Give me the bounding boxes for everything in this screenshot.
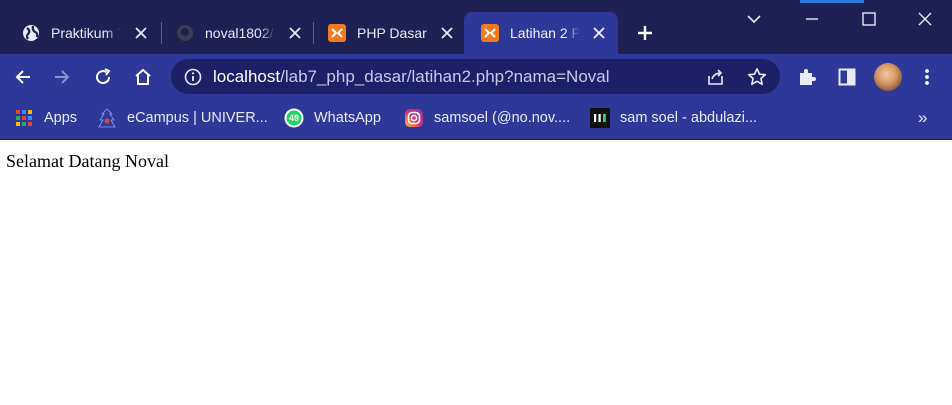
menu-kebab-icon[interactable] — [917, 65, 937, 89]
bookmark-whatsapp[interactable]: 49 WhatsApp — [284, 107, 381, 129]
apps-grid-icon — [14, 108, 34, 128]
back-button[interactable] — [9, 63, 37, 91]
tab-php-dasar[interactable]: PHP Dasar — [306, 12, 466, 54]
bookmark-label: WhatsApp — [314, 110, 381, 126]
minimize-button[interactable] — [783, 0, 840, 38]
plus-icon — [638, 26, 652, 40]
share-icon[interactable] — [704, 66, 728, 88]
tab-label: Praktikum 7 — [51, 25, 121, 41]
maximize-button[interactable] — [840, 0, 897, 38]
bookmark-apps[interactable]: Apps — [14, 107, 77, 129]
close-window-button[interactable] — [896, 0, 952, 38]
tab-label: PHP Dasar — [357, 25, 427, 41]
double-chevron-icon: » — [918, 108, 928, 127]
tab-label: noval1802/ — [205, 25, 274, 41]
bookmark-label: Apps — [44, 110, 78, 126]
bookmark-medium[interactable]: sam soel - abdulazi... — [590, 107, 757, 129]
bookmark-label: eCampus | UNIVER... — [127, 110, 268, 126]
side-panel-icon[interactable] — [835, 65, 859, 89]
bookmark-instagram[interactable]: samsoel (@no.nov.... — [404, 107, 570, 129]
tab-close-icon[interactable] — [132, 24, 150, 42]
bookmark-label: samsoel (@no.nov.... — [434, 110, 571, 126]
url-text[interactable]: localhost/lab7_php_dasar/latihan2.php?na… — [213, 67, 610, 87]
maximize-icon — [861, 12, 876, 26]
reload-icon — [96, 68, 111, 85]
xampp-icon — [481, 24, 499, 42]
home-icon — [135, 68, 151, 85]
arrow-left-icon — [15, 70, 30, 84]
tab-search-button[interactable] — [725, 0, 782, 38]
tab-close-icon[interactable] — [286, 24, 304, 42]
minimize-icon — [805, 18, 818, 20]
tab-praktikum[interactable]: Praktikum 7 — [0, 12, 160, 54]
arrow-right-icon — [55, 70, 70, 84]
more-bookmarks-button[interactable]: » — [918, 107, 927, 129]
extensions-icon[interactable] — [795, 65, 819, 89]
tab-latihan-2[interactable]: Latihan 2 P — [464, 12, 618, 54]
reload-button[interactable] — [89, 63, 117, 91]
new-tab-button[interactable] — [634, 22, 656, 44]
bookmark-ecampus[interactable]: eCampus | UNIVER... — [97, 107, 268, 129]
whatsapp-badge: 49 — [288, 113, 299, 123]
tab-close-icon[interactable] — [438, 24, 456, 42]
site-info-icon[interactable] — [183, 67, 203, 87]
github-icon — [176, 24, 194, 42]
tab-close-icon[interactable] — [590, 24, 608, 42]
chevron-down-icon — [746, 15, 761, 24]
tab-github[interactable]: noval1802/ — [154, 12, 314, 54]
url-path: /lab7_php_dasar/latihan2.php?nama=Noval — [280, 67, 610, 86]
avatar[interactable] — [874, 63, 902, 91]
forward-button[interactable] — [48, 63, 76, 91]
bookmark-label: sam soel - abdulazi... — [620, 110, 758, 126]
url-host: localhost — [213, 67, 281, 86]
tab-label: Latihan 2 P — [510, 25, 580, 41]
instagram-icon — [404, 108, 424, 128]
campus-logo-icon — [97, 108, 117, 128]
medium-icon — [590, 108, 610, 128]
whatsapp-icon: 49 — [284, 108, 304, 128]
close-icon — [918, 12, 931, 26]
home-button[interactable] — [129, 63, 157, 91]
page-body-text: Selamat Datang Noval — [6, 151, 169, 171]
xampp-icon — [328, 24, 346, 42]
bookmark-star-icon[interactable] — [745, 65, 769, 89]
globe-icon — [22, 24, 40, 42]
